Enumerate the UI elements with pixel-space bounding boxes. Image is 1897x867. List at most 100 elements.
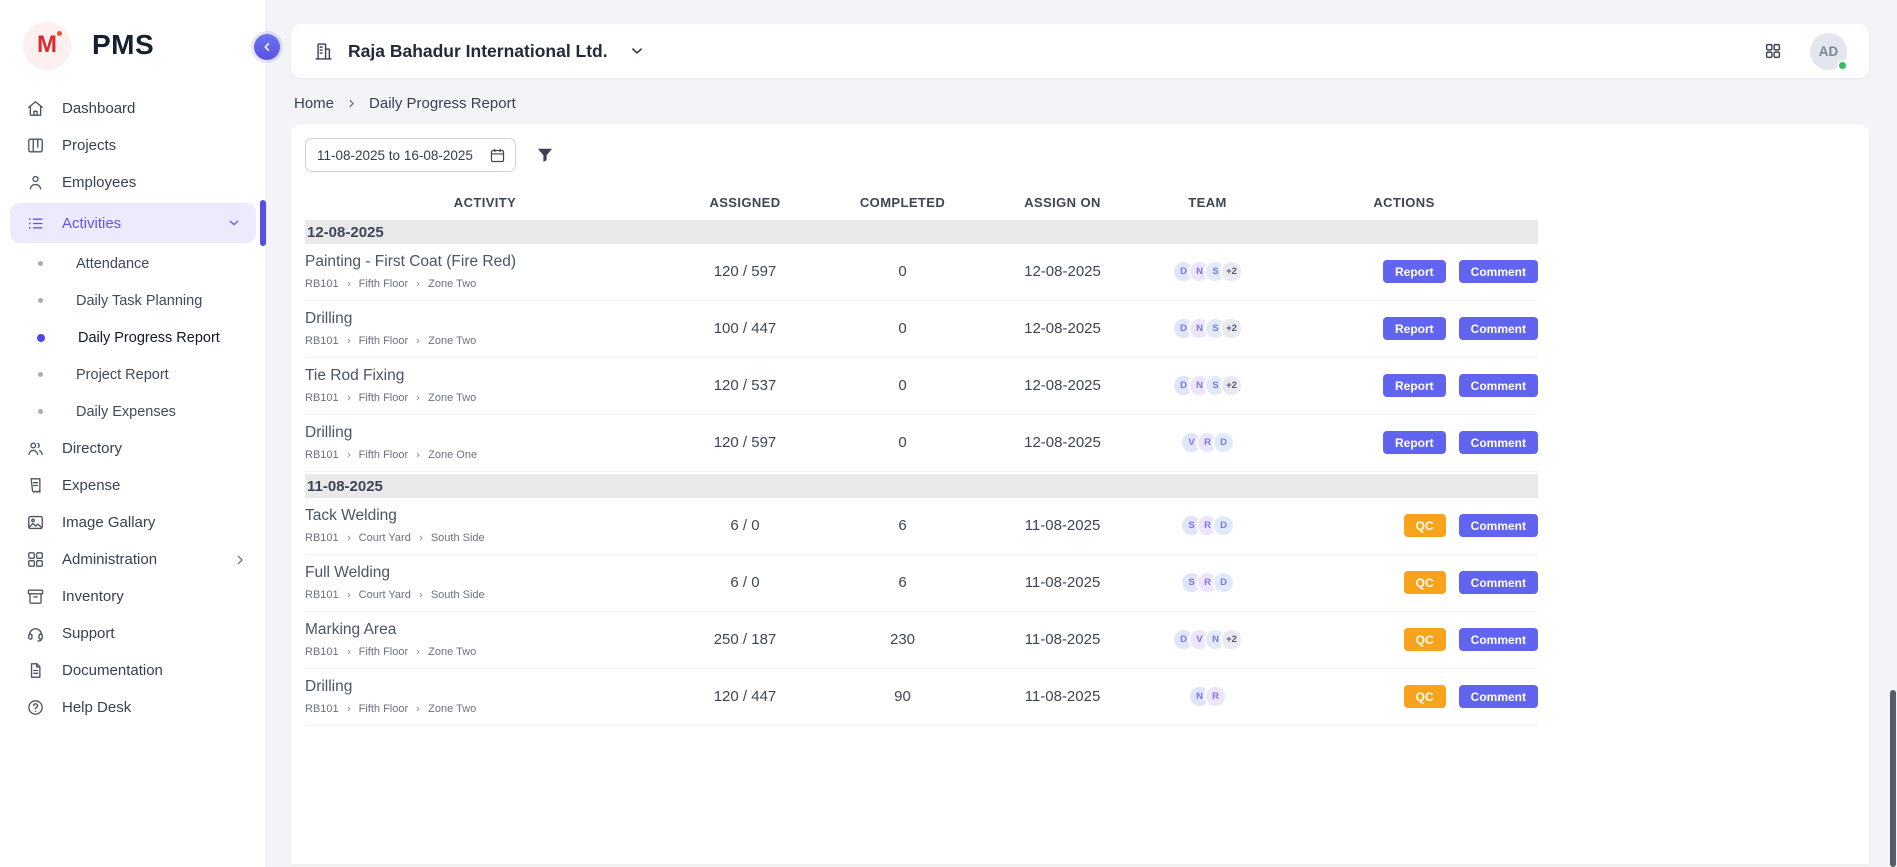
app-logo[interactable]: M PMS [0, 0, 266, 84]
sidebar-item-administration[interactable]: Administration [0, 541, 266, 578]
activity-cell: DrillingRB101Fifth FloorZone Two [305, 677, 665, 716]
comment-button[interactable]: Comment [1459, 317, 1538, 340]
breadcrumb: Home Daily Progress Report [294, 95, 1869, 112]
sidebar-item-support[interactable]: Support [0, 615, 266, 652]
assigned-cell: 6 / 0 [665, 563, 825, 602]
activity-cell: DrillingRB101Fifth FloorZone One [305, 423, 665, 462]
main-area: Raja Bahadur International Ltd. AD Home … [267, 0, 1897, 867]
team-avatar-more[interactable]: +2 [1220, 317, 1243, 340]
sidebar-item-directory[interactable]: Directory [0, 430, 266, 467]
team-avatar[interactable]: D [1212, 514, 1235, 537]
assigned-cell: 100 / 447 [665, 309, 825, 348]
column-header-completed: COMPLETED [825, 195, 980, 210]
calendar-icon [489, 147, 506, 164]
team-cell: DNS+2 [1145, 366, 1270, 405]
assign-on-cell: 12-08-2025 [980, 423, 1145, 462]
activity-cell: Tack WeldingRB101Court YardSouth Side [305, 506, 665, 545]
table-row: Painting - First Coat (Fire Red)RB101Fif… [305, 244, 1538, 301]
report-button[interactable]: Report [1383, 317, 1446, 340]
activity-cell: Full WeldingRB101Court YardSouth Side [305, 563, 665, 602]
filter-funnel-icon [535, 145, 557, 165]
bullet-dot [38, 298, 43, 303]
date-range-value: 11-08-2025 to 16-08-2025 [317, 148, 473, 163]
comment-button[interactable]: Comment [1459, 260, 1538, 283]
qc-button[interactable]: QC [1404, 571, 1446, 594]
sidebar-subitem-label: Attendance [76, 256, 149, 272]
team-avatar-more[interactable]: +2 [1220, 260, 1243, 283]
sidebar: M PMS DashboardProjects Employees Activiti… [0, 0, 267, 867]
activity-location-path: RB101 Court Yard South Side [305, 532, 665, 544]
comment-button[interactable]: Comment [1459, 628, 1538, 651]
comment-button[interactable]: Comment [1459, 514, 1538, 537]
bullet-dot [37, 334, 45, 342]
sidebar-subitem-attendance[interactable]: Attendance [0, 245, 266, 282]
breadcrumb-home[interactable]: Home [294, 95, 334, 112]
company-selector[interactable]: Raja Bahadur International Ltd. [313, 41, 646, 62]
path-segment: Zone Two [428, 703, 476, 715]
sidebar-item-label: Image Gallary [62, 514, 155, 531]
qc-button[interactable]: QC [1404, 685, 1446, 708]
path-segment: Court Yard [359, 532, 411, 544]
comment-button[interactable]: Comment [1459, 374, 1538, 397]
sidebar-item-label: Employees [62, 174, 136, 191]
path-segment: RB101 [305, 278, 339, 290]
chevron-left-icon [260, 40, 274, 54]
sidebar-subitem-daily-progress-report[interactable]: Daily Progress Report [0, 319, 266, 356]
sidebar-subitem-daily-expenses[interactable]: Daily Expenses [0, 393, 266, 430]
sidebar-item-help-desk[interactable]: Help Desk [0, 689, 266, 726]
chevron-right-icon [345, 280, 353, 288]
sidebar-item-image-gallary[interactable]: Image Gallary [0, 504, 266, 541]
team-avatar-more[interactable]: +2 [1220, 374, 1243, 397]
team-avatar[interactable]: D [1212, 431, 1235, 454]
team-avatar[interactable]: R [1204, 685, 1227, 708]
completed-cell: 230 [825, 620, 980, 659]
comment-button[interactable]: Comment [1459, 685, 1538, 708]
path-segment: RB101 [305, 532, 339, 544]
report-button[interactable]: Report [1383, 374, 1446, 397]
sidebar-subitem-project-report[interactable]: Project Report [0, 356, 266, 393]
user-avatar[interactable]: AD [1810, 33, 1847, 70]
report-button[interactable]: Report [1383, 431, 1446, 454]
content-card: 11-08-2025 to 16-08-2025 ACTIVITYASSIGNE… [291, 124, 1869, 864]
date-range-input[interactable]: 11-08-2025 to 16-08-2025 [305, 138, 516, 172]
comment-button[interactable]: Comment [1459, 431, 1538, 454]
path-segment: Fifth Floor [359, 646, 409, 658]
activity-location-path: RB101Fifth FloorZone Two [305, 392, 665, 404]
filter-button[interactable] [535, 144, 557, 166]
sidebar-item-employees[interactable]: Employees [0, 164, 266, 201]
report-button[interactable]: Report [1383, 260, 1446, 283]
chevron-right-icon [345, 591, 353, 599]
support-icon [26, 624, 45, 643]
sidebar-item-inventory[interactable]: Inventory [0, 578, 266, 615]
path-segment: South Side [431, 532, 485, 544]
chevron-right-icon [414, 705, 422, 713]
sidebar-item-dashboard[interactable]: Dashboard [0, 90, 266, 127]
scrollbar-thumb[interactable] [1890, 690, 1896, 867]
path-segment: RB101 [305, 392, 339, 404]
table-row: DrillingRB101Fifth FloorZone One120 / 59… [305, 415, 1538, 472]
chevron-right-icon [414, 280, 422, 288]
activity-title: Full Welding [305, 564, 665, 582]
team-avatar-more[interactable]: +2 [1220, 628, 1243, 651]
completed-cell: 0 [825, 366, 980, 405]
chevron-right-icon [345, 705, 353, 713]
sidebar-item-activities[interactable]: Activities [10, 203, 256, 243]
team-avatar[interactable]: D [1212, 571, 1235, 594]
qc-button[interactable]: QC [1404, 514, 1446, 537]
sidebar-subitem-daily-task-planning[interactable]: Daily Task Planning [0, 282, 266, 319]
chevron-right-icon [345, 337, 353, 345]
chevron-right-icon [345, 97, 358, 110]
sidebar-item-expense[interactable]: Expense [0, 467, 266, 504]
chevron-right-icon [345, 451, 353, 459]
qc-button[interactable]: QC [1404, 628, 1446, 651]
activity-title: Tie Rod Fixing [305, 367, 665, 385]
breadcrumb-current: Daily Progress Report [369, 95, 516, 112]
path-segment: RB101 [305, 449, 339, 461]
apps-grid-icon[interactable] [1764, 42, 1782, 60]
team-cell: NR [1145, 677, 1270, 716]
sidebar-item-projects[interactable]: Projects [0, 127, 266, 164]
sidebar-collapse-button[interactable] [254, 34, 280, 60]
comment-button[interactable]: Comment [1459, 571, 1538, 594]
sidebar-item-documentation[interactable]: Documentation [0, 652, 266, 689]
column-header-assign-on: ASSIGN ON [980, 195, 1145, 210]
